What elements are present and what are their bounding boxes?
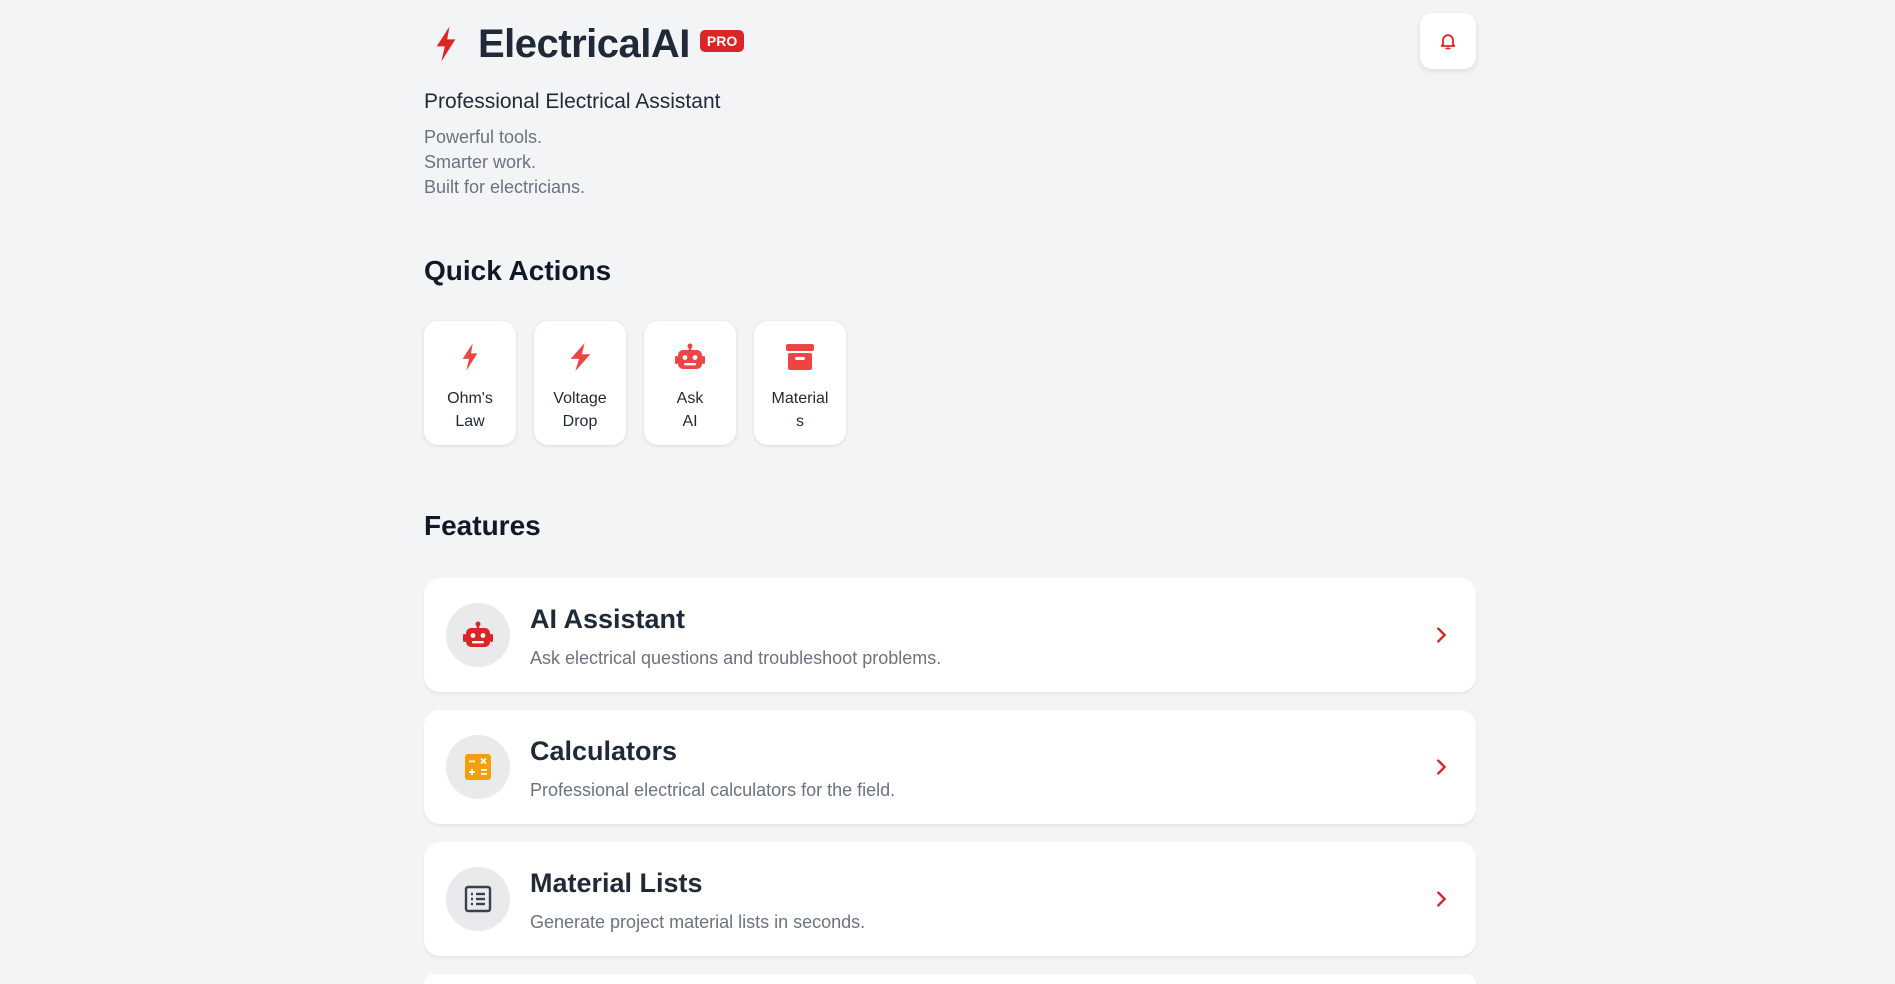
quick-action-ask-ai[interactable]: Ask AI: [644, 321, 736, 445]
chevron-right-icon: [1437, 627, 1446, 643]
brand: ElectricalAI PRO: [424, 18, 745, 70]
features-heading: Features: [424, 510, 541, 541]
notifications-button[interactable]: [1420, 13, 1476, 69]
chevron-right-icon: [1437, 759, 1446, 775]
tagline-line: Powerful tools.: [424, 127, 543, 147]
bolt-icon: [454, 341, 486, 373]
archive-box-icon: [784, 341, 816, 373]
list-icon: [446, 867, 510, 931]
quick-action-label: Material s: [771, 390, 829, 430]
feature-description: Generate project material lists in secon…: [530, 912, 866, 932]
quick-action-voltage-drop[interactable]: Voltage Drop: [534, 321, 626, 445]
bolt-icon: [436, 26, 456, 62]
app-subtitle: Professional Electrical Assistant: [424, 90, 721, 113]
chevron-right-icon: [1437, 891, 1446, 907]
quick-action-label: Ask AI: [676, 390, 704, 430]
feature-description: Ask electrical questions and troubleshoo…: [530, 648, 942, 668]
pro-badge: PRO: [699, 30, 745, 52]
brand-title: ElectricalAI: [478, 21, 690, 66]
feature-card-partial[interactable]: [424, 974, 1476, 984]
feature-calculators[interactable]: Calculators Professional electrical calc…: [424, 710, 1476, 824]
bolt-icon: [564, 341, 596, 373]
quick-action-ohms-law[interactable]: Ohm's Law: [424, 321, 516, 445]
feature-description: Professional electrical calculators for …: [530, 780, 896, 800]
bell-icon: [1440, 34, 1456, 50]
feature-title: Material Lists: [530, 868, 703, 898]
tagline-line: Built for electricians.: [424, 177, 586, 197]
quick-action-label: Voltage Drop: [553, 390, 607, 430]
quick-action-label: Ohm's Law: [447, 390, 493, 430]
calculator-icon: [446, 735, 510, 799]
feature-material-lists[interactable]: Material Lists Generate project material…: [424, 842, 1476, 956]
tagline-line: Smarter work.: [424, 152, 537, 172]
quick-action-materials[interactable]: Material s: [754, 321, 846, 445]
feature-title: AI Assistant: [530, 604, 686, 634]
robot-icon: [674, 341, 706, 373]
feature-title: Calculators: [530, 736, 678, 766]
quick-actions-heading: Quick Actions: [424, 255, 612, 286]
feature-ai-assistant[interactable]: AI Assistant Ask electrical questions an…: [424, 578, 1476, 692]
robot-icon: [446, 603, 510, 667]
